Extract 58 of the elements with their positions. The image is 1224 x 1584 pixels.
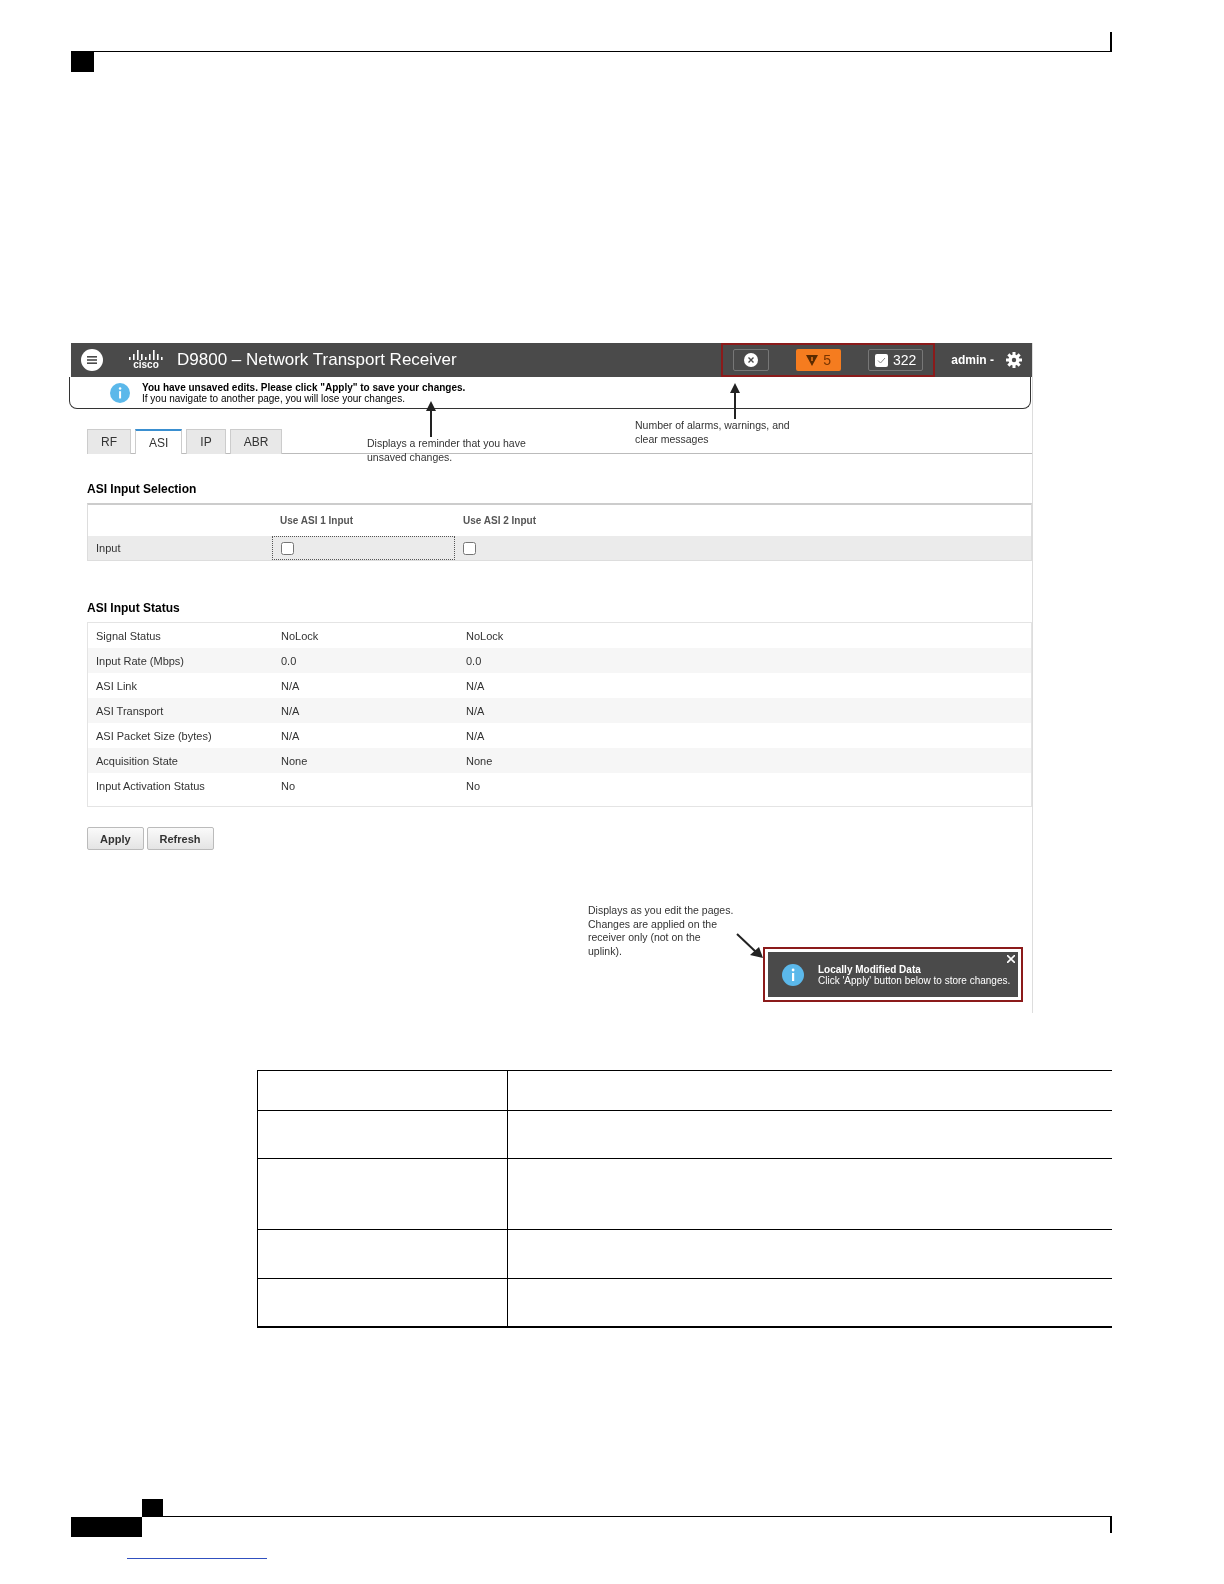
banner-title: You have unsaved edits. Please click "Apply" to save your changes. (142, 381, 466, 393)
tab[interactable]: RF (87, 429, 131, 454)
toast-title: Locally Modified Data (818, 963, 922, 975)
table-cell-text: 0.0 (280, 654, 298, 667)
menu-icon[interactable] (81, 349, 103, 371)
annotation-arrow (730, 383, 740, 419)
annotation-arrow (737, 933, 763, 958)
annotation-text: Displays a reminder that you have unsaved changes. (367, 437, 527, 464)
refresh-button[interactable]: Refresh (146, 827, 214, 850)
table-cell-text: No (280, 779, 297, 792)
annotation-text: Number of alarms, warnings, and clear messages (635, 419, 791, 446)
table-cell-text: N/A (280, 729, 301, 742)
tab[interactable]: IP (186, 429, 226, 454)
table-cell-text: N/A (280, 704, 301, 717)
checkbox-icon (874, 353, 888, 367)
row-label: ASI Transport (95, 704, 165, 717)
alarms-button[interactable] (733, 349, 770, 371)
row-label: Input (95, 542, 122, 554)
annotation-arrow (426, 401, 436, 437)
table-cell-text: N/A (465, 704, 486, 717)
table-cell-text: None (465, 754, 494, 767)
checkbox[interactable] (281, 541, 294, 555)
table-cell-text: N/A (280, 679, 301, 692)
logo-text: cisco (133, 360, 159, 370)
column-header: Use ASI 2 Input (462, 515, 537, 526)
logo-bars-icon (129, 350, 163, 360)
row-label: ASI Link (95, 679, 138, 692)
table-cell-text: NoLock (465, 629, 505, 642)
section-heading: ASI Input Selection (87, 482, 198, 496)
row-label: Signal Status (95, 629, 162, 642)
user-menu[interactable]: admin - (951, 353, 994, 367)
row-label: Acquisition State (95, 754, 179, 767)
clear-messages-button[interactable]: 322 (867, 349, 924, 371)
close-circle-icon (744, 353, 759, 367)
row-label: ASI Packet Size (bytes) (95, 729, 213, 742)
table-cell-text: None (280, 754, 309, 767)
table-cell-text: NoLock (280, 629, 320, 642)
table-cell-text: N/A (465, 729, 486, 742)
banner-message: If you navigate to another page, you will lose your changes. (142, 392, 405, 404)
table-cell-text: No (465, 779, 482, 792)
warning-icon (806, 354, 819, 366)
annotation-text: Displays as you edit the pages. Changes are applied on the receiver only (not on the uplink). (588, 904, 734, 958)
tab[interactable]: ASI (135, 429, 183, 454)
app-title: D9800 – Network Transport Receiver (177, 350, 457, 370)
info-icon (110, 382, 130, 403)
checkbox[interactable] (463, 541, 476, 555)
toast-message: Click 'Apply' button below to store changes. (818, 974, 1011, 986)
apply-button[interactable]: Apply (87, 827, 144, 850)
table-cell-text: 0.0 (465, 654, 483, 667)
section-heading: ASI Input Status (87, 601, 181, 615)
column-header: Use ASI 1 Input (279, 515, 354, 526)
info-icon (782, 963, 804, 986)
close-icon[interactable] (1007, 955, 1015, 963)
tab[interactable]: ABR (229, 429, 283, 454)
settings-icon[interactable] (1006, 352, 1022, 368)
row-label: Input Activation Status (95, 779, 206, 792)
row-label: Input Rate (Mbps) (95, 654, 186, 667)
table-cell-text: N/A (465, 679, 486, 692)
